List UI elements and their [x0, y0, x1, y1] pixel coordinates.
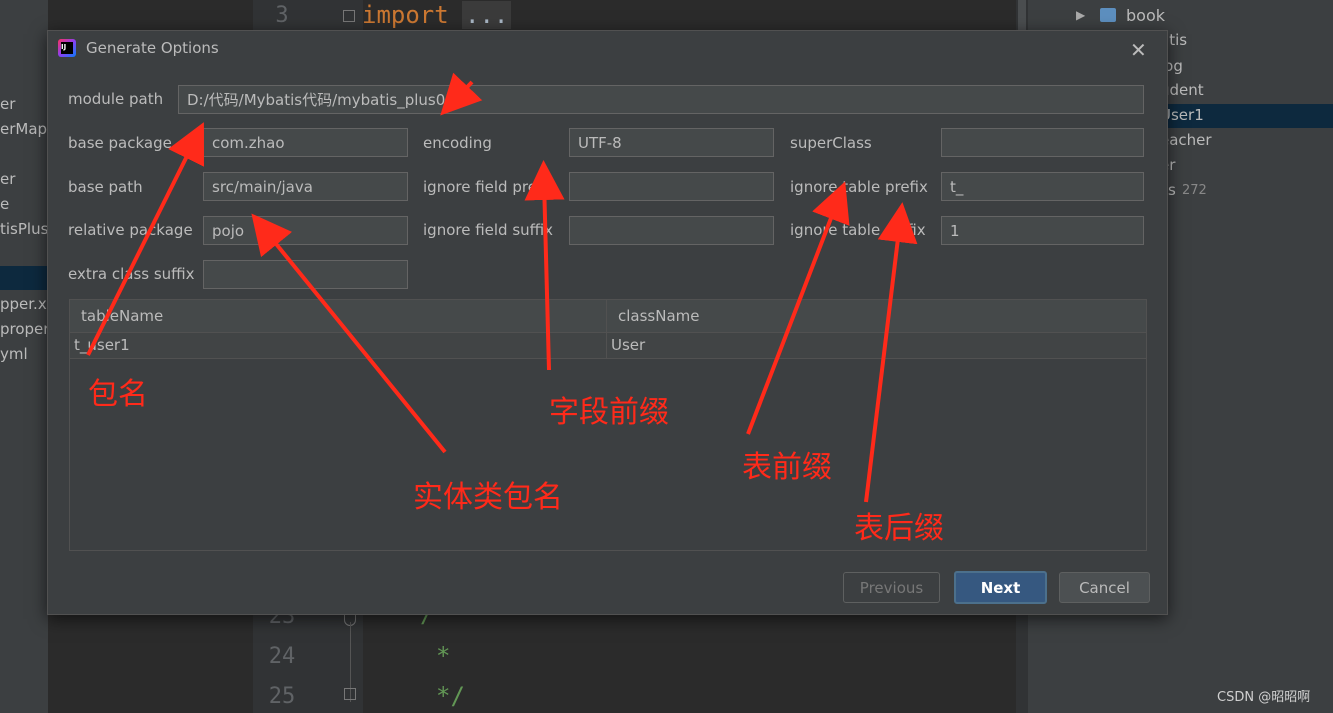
base-package-label: base package [68, 134, 172, 152]
ignore-field-prefix-input[interactable] [569, 172, 774, 201]
relative-package-input[interactable] [203, 216, 408, 245]
annotation-entity-package: 实体类包名 [413, 480, 563, 515]
super-class-input[interactable] [941, 128, 1144, 157]
ignore-field-suffix-input[interactable] [569, 216, 774, 245]
ignore-table-prefix-input[interactable] [941, 172, 1144, 201]
super-class-label: superClass [790, 134, 872, 152]
line-number: 3 [275, 3, 289, 28]
left-tree-item[interactable]: tisPlus [0, 220, 48, 238]
extra-class-suffix-label: extra class suffix [68, 265, 195, 283]
folded-ellipsis[interactable]: ... [462, 1, 512, 29]
dialog-title: Generate Options [86, 39, 219, 57]
cancel-button[interactable]: Cancel [1059, 572, 1150, 603]
fold-expand-icon[interactable] [343, 10, 355, 22]
table-row[interactable]: t_user1 User [70, 333, 1146, 359]
line-number: 25 [268, 684, 296, 709]
ignore-table-suffix-label: ignore table suffix [790, 221, 926, 239]
annotation-package-name: 包名 [88, 377, 148, 412]
column-header-tablename[interactable]: tableName [81, 307, 163, 325]
extra-class-suffix-input[interactable] [203, 260, 408, 289]
relative-package-label: relative package [68, 221, 193, 239]
base-package-input[interactable] [203, 128, 408, 157]
encoding-input[interactable] [569, 128, 774, 157]
tree-expand-icon[interactable]: ▶ [1076, 8, 1085, 22]
cell-tablename[interactable]: t_user1 [74, 336, 130, 354]
module-path-input[interactable] [178, 85, 1144, 114]
annotation-table-prefix: 表前缀 [742, 450, 832, 485]
next-button[interactable]: Next [954, 571, 1047, 604]
fold-end-icon[interactable] [344, 688, 356, 700]
encoding-label: encoding [423, 134, 492, 152]
annotation-field-prefix: 字段前缀 [549, 395, 669, 430]
table-header: tableName className [70, 300, 1146, 333]
ignore-field-prefix-label: ignore field prefix [423, 178, 556, 196]
column-header-classname[interactable]: className [618, 307, 700, 325]
right-tree-item[interactable]: s [1168, 181, 1176, 199]
doc-comment-close: */ [436, 682, 465, 710]
left-tree-item[interactable]: erMap [0, 120, 47, 138]
ignore-field-suffix-label: ignore field suffix [423, 221, 554, 239]
left-tree-item[interactable]: er [0, 170, 15, 188]
generate-options-dialog: IJ Generate Options ✕ module path base p… [47, 30, 1168, 615]
doc-comment-star: * [436, 642, 451, 670]
cell-classname[interactable]: User [611, 336, 645, 354]
tree-root-book[interactable]: book [1126, 6, 1165, 25]
left-tree-item[interactable]: e [0, 195, 9, 213]
annotation-table-suffix: 表后缀 [854, 511, 944, 546]
left-selected-row[interactable] [0, 266, 48, 290]
base-path-label: base path [68, 178, 143, 196]
import-keyword: import [362, 1, 449, 29]
watermark: CSDN @昭昭啊 [1217, 690, 1311, 705]
left-tree-item[interactable]: yml [0, 345, 28, 363]
module-folder-icon [1100, 8, 1116, 22]
ignore-table-prefix-label: ignore table prefix [790, 178, 928, 196]
column-divider[interactable] [606, 300, 607, 358]
base-path-input[interactable] [203, 172, 408, 201]
line-count: 272 [1182, 183, 1207, 198]
line-number: 24 [268, 644, 296, 669]
previous-button[interactable]: Previous [843, 572, 940, 603]
close-icon[interactable]: ✕ [1130, 38, 1147, 62]
module-path-label: module path [68, 90, 164, 108]
left-tree-item[interactable]: proper [0, 320, 49, 338]
ignore-table-suffix-input[interactable] [941, 216, 1144, 245]
intellij-logo-icon: IJ [58, 39, 76, 57]
left-tree-item[interactable]: er [0, 95, 15, 113]
